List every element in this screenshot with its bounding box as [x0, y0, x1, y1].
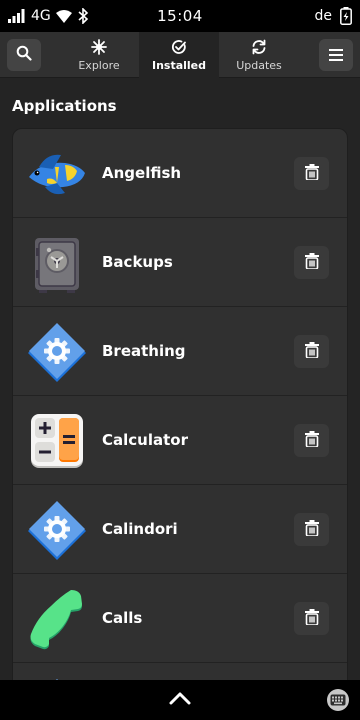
uninstall-button[interactable] — [294, 513, 329, 546]
keyboard-icon — [330, 691, 346, 710]
trash-icon — [304, 163, 319, 184]
list-item-partial[interactable] — [13, 663, 347, 680]
bottom-bar — [0, 680, 360, 720]
app-list: Angelfish Backups Breathing Calculator C… — [12, 128, 348, 680]
uninstall-button[interactable] — [294, 246, 329, 279]
list-item[interactable]: Backups — [13, 218, 347, 307]
uninstall-button[interactable] — [294, 602, 329, 635]
app-name: Angelfish — [102, 164, 182, 182]
language-indicator: de — [314, 8, 333, 24]
backups-safe-icon — [25, 232, 89, 296]
trash-icon — [304, 252, 319, 273]
explore-icon — [91, 38, 107, 56]
chevron-up-icon[interactable] — [168, 690, 192, 710]
refresh-icon — [251, 38, 267, 56]
tab-label: Installed — [151, 59, 207, 72]
signal-icon — [8, 9, 26, 23]
trash-icon — [304, 519, 319, 540]
trash-icon — [304, 341, 319, 362]
list-item[interactable]: Breathing — [13, 307, 347, 396]
status-bar: 4G 15:04 de — [0, 0, 360, 32]
installed-check-icon — [171, 38, 187, 56]
list-item[interactable]: Calindori — [13, 485, 347, 574]
trash-icon — [304, 430, 319, 451]
installed-page[interactable]: Applications Angelfish Backups Breathing… — [0, 79, 360, 680]
tab-label: Explore — [78, 59, 120, 72]
keyboard-button[interactable] — [327, 689, 349, 711]
bluetooth-icon — [77, 8, 89, 24]
battery-charging-icon — [340, 7, 352, 25]
angelfish-icon — [25, 143, 89, 207]
tab-updates[interactable]: Updates — [219, 32, 299, 78]
list-item[interactable]: Calculator — [13, 396, 347, 485]
calculator-icon — [25, 410, 89, 474]
clock: 15:04 — [157, 7, 203, 25]
app-name: Calindori — [102, 520, 178, 538]
tab-installed[interactable]: Installed — [139, 32, 219, 78]
search-button[interactable] — [7, 39, 41, 71]
tab-explore[interactable]: Explore — [59, 32, 139, 78]
main-menu-button[interactable] — [319, 39, 353, 71]
header-bar: Explore Installed Updates — [0, 32, 360, 78]
app-name: Breathing — [102, 342, 186, 360]
hamburger-menu-icon — [329, 46, 343, 65]
app-name: Backups — [102, 253, 173, 271]
tab-label: Updates — [236, 59, 282, 72]
uninstall-button[interactable] — [294, 424, 329, 457]
app-name: Calculator — [102, 431, 188, 449]
app-name: Calls — [102, 609, 143, 627]
view-switcher: Explore Installed Updates — [59, 32, 299, 78]
breathing-icon — [25, 321, 89, 385]
calls-phone-icon — [25, 588, 89, 652]
section-title: Applications — [12, 97, 117, 115]
trash-icon — [304, 608, 319, 629]
status-right: de — [222, 7, 352, 25]
calindori-icon — [25, 499, 89, 563]
wifi-icon — [55, 9, 72, 23]
uninstall-button[interactable] — [294, 157, 329, 190]
status-left: 4G — [8, 8, 138, 24]
uninstall-button[interactable] — [294, 335, 329, 368]
network-type: 4G — [31, 8, 51, 24]
search-icon — [16, 45, 32, 65]
list-item[interactable]: Calls — [13, 574, 347, 663]
list-item[interactable]: Angelfish — [13, 129, 347, 218]
